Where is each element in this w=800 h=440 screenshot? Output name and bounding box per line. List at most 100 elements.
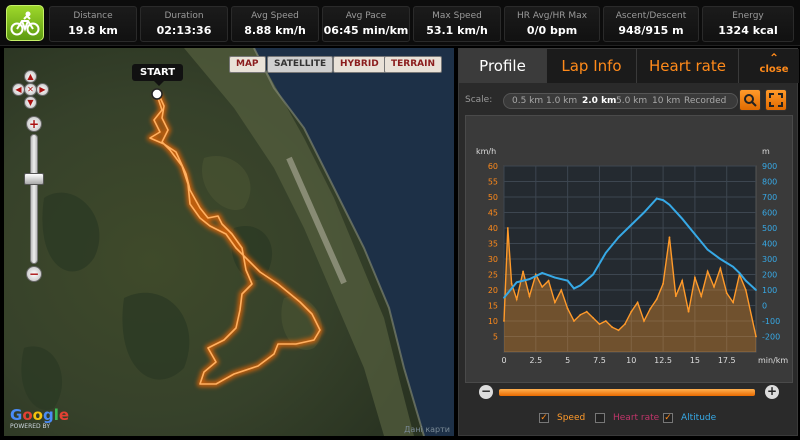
scale-option-1km[interactable]: 1.0 km <box>546 96 577 106</box>
y-right-tick-label: -100 <box>762 317 780 326</box>
range-zoom-out-button[interactable]: − <box>479 385 493 399</box>
speed-checkbox[interactable]: ✓ <box>539 413 549 423</box>
magnifier-icon <box>744 94 757 107</box>
speed-point <box>649 307 652 310</box>
scale-selector: Scale: 0.5 km 1.0 km 2.0 km 5.0 km 10 km… <box>465 89 795 111</box>
pan-down-icon[interactable]: ▼ <box>24 96 37 109</box>
altitude-point <box>694 233 696 236</box>
chevron-up-icon: ⌃ <box>768 51 780 65</box>
scale-option-10km[interactable]: 10 km <box>652 96 680 106</box>
altitude-point <box>732 265 734 268</box>
altitude-point <box>579 284 582 287</box>
altitude-point <box>604 251 607 254</box>
speed-point <box>560 289 563 291</box>
heart-rate-checkbox[interactable] <box>595 413 605 423</box>
range-bar[interactable] <box>499 389 755 396</box>
stat-max-speed: Max Speed 53.1 km/h <box>413 6 501 42</box>
altitude-point <box>681 217 684 220</box>
google-logo[interactable]: Google <box>10 406 69 424</box>
altitude-point <box>566 279 569 282</box>
powered-by-text: POWERED BY <box>10 423 51 430</box>
map-copyright[interactable]: Дані карти <box>404 425 450 434</box>
tab-profile[interactable]: Profile <box>459 49 547 83</box>
stat-value: 06:45 min/km <box>323 24 409 37</box>
tab-heart-rate[interactable]: Heart rate <box>637 49 739 83</box>
chart-legend: ✓ Speed Heart rate ✓ Altitude <box>539 411 779 427</box>
stat-value: 8.88 km/h <box>244 24 306 37</box>
y-right-tick-label: 100 <box>762 286 777 295</box>
altitude-point <box>668 203 671 206</box>
altitude-point <box>515 281 518 284</box>
speed-point <box>510 282 513 285</box>
fullscreen-button[interactable] <box>765 89 787 111</box>
legend-altitude: Altitude <box>681 413 717 423</box>
speed-point <box>674 295 677 298</box>
speed-point <box>547 279 550 282</box>
y-left-tick-label: 40 <box>488 224 498 233</box>
expand-icon <box>769 93 783 107</box>
scale-option-recorded[interactable]: Recorded <box>684 96 726 106</box>
x-tick-label: 2.5 <box>529 356 542 365</box>
altitude-checkbox[interactable]: ✓ <box>663 413 673 423</box>
map-view[interactable]: START MAP SATELLITE HYBRID TERRAIN ▲ ◀ ▶… <box>4 48 454 436</box>
speed-point <box>506 227 509 229</box>
y-left-tick-label: 10 <box>488 317 498 326</box>
map-type-map[interactable]: MAP <box>229 56 266 73</box>
reset-view-icon[interactable]: ✕ <box>24 83 37 96</box>
zoom-out-button[interactable]: − <box>26 266 42 282</box>
scale-option-0-5km[interactable]: 0.5 km <box>512 96 543 106</box>
speed-point <box>700 295 703 298</box>
zoom-slider[interactable] <box>30 134 38 264</box>
speed-point <box>713 286 715 288</box>
map-type-terrain[interactable]: TERRAIN <box>384 56 442 73</box>
cycling-icon[interactable] <box>6 5 44 41</box>
scale-option-2km[interactable]: 2.0 km <box>582 96 616 106</box>
close-button[interactable]: ⌃ close <box>749 49 799 83</box>
stat-label: Avg Speed <box>251 11 299 21</box>
stat-heart-rate: HR Avg/HR Max 0/0 bpm <box>504 6 600 42</box>
profile-chart[interactable]: 5 10 15 20 25 30 35 40 45 50 55 60 0 2.5 5 7.5 10 12.5 15 1… <box>465 115 793 383</box>
altitude-point <box>592 273 594 276</box>
map-type-hybrid[interactable]: HYBRID <box>333 56 386 73</box>
speed-point <box>585 310 588 313</box>
range-zoom-in-button[interactable]: + <box>765 385 779 399</box>
stat-energy: Energy 1324 kcal <box>702 6 794 42</box>
speed-point <box>643 320 645 322</box>
zoom-in-button[interactable]: + <box>26 116 42 132</box>
y-right-tick-label: 600 <box>762 209 777 218</box>
speed-point <box>719 267 722 270</box>
x-tick-label: 17.5 <box>718 356 736 365</box>
y-right-axis-label: m <box>762 147 770 156</box>
speed-point <box>668 236 671 239</box>
stat-value: 02:13:36 <box>156 24 212 37</box>
speed-point <box>522 270 524 273</box>
altitude-point <box>719 258 722 260</box>
scale-option-5km[interactable]: 5.0 km <box>616 96 647 106</box>
range-slider[interactable]: − + <box>479 385 779 401</box>
stat-value: 0/0 bpm <box>526 24 578 37</box>
altitude-point <box>617 236 620 239</box>
y-right-tick-label: 0 <box>762 302 767 311</box>
zoom-chart-button[interactable] <box>739 89 761 111</box>
speed-point <box>755 335 757 338</box>
scale-options: 0.5 km 1.0 km 2.0 km 5.0 km 10 km Record… <box>503 93 738 109</box>
speed-point <box>636 301 639 304</box>
y-left-tick-label: 60 <box>488 162 498 171</box>
y-left-tick-label: 35 <box>488 240 498 249</box>
stat-ascent-descent: Ascent/Descent 948/915 m <box>603 6 699 42</box>
map-type-satellite[interactable]: SATELLITE <box>267 56 334 73</box>
speed-point <box>604 320 607 322</box>
pan-right-icon[interactable]: ▶ <box>36 83 49 96</box>
speed-point <box>592 317 594 319</box>
pan-up-icon[interactable]: ▲ <box>24 70 37 83</box>
speed-point <box>662 282 664 285</box>
altitude-point <box>528 278 531 281</box>
zoom-slider-handle[interactable] <box>24 173 44 185</box>
y-left-tick-label: 45 <box>488 209 498 218</box>
y-right-tick-label: -200 <box>762 333 780 342</box>
speed-point <box>630 310 633 313</box>
y-right-tick-label: 500 <box>762 224 777 233</box>
y-left-tick-label: 55 <box>488 178 498 187</box>
speed-point <box>725 292 728 294</box>
tab-lap-info[interactable]: Lap Info <box>547 49 637 83</box>
